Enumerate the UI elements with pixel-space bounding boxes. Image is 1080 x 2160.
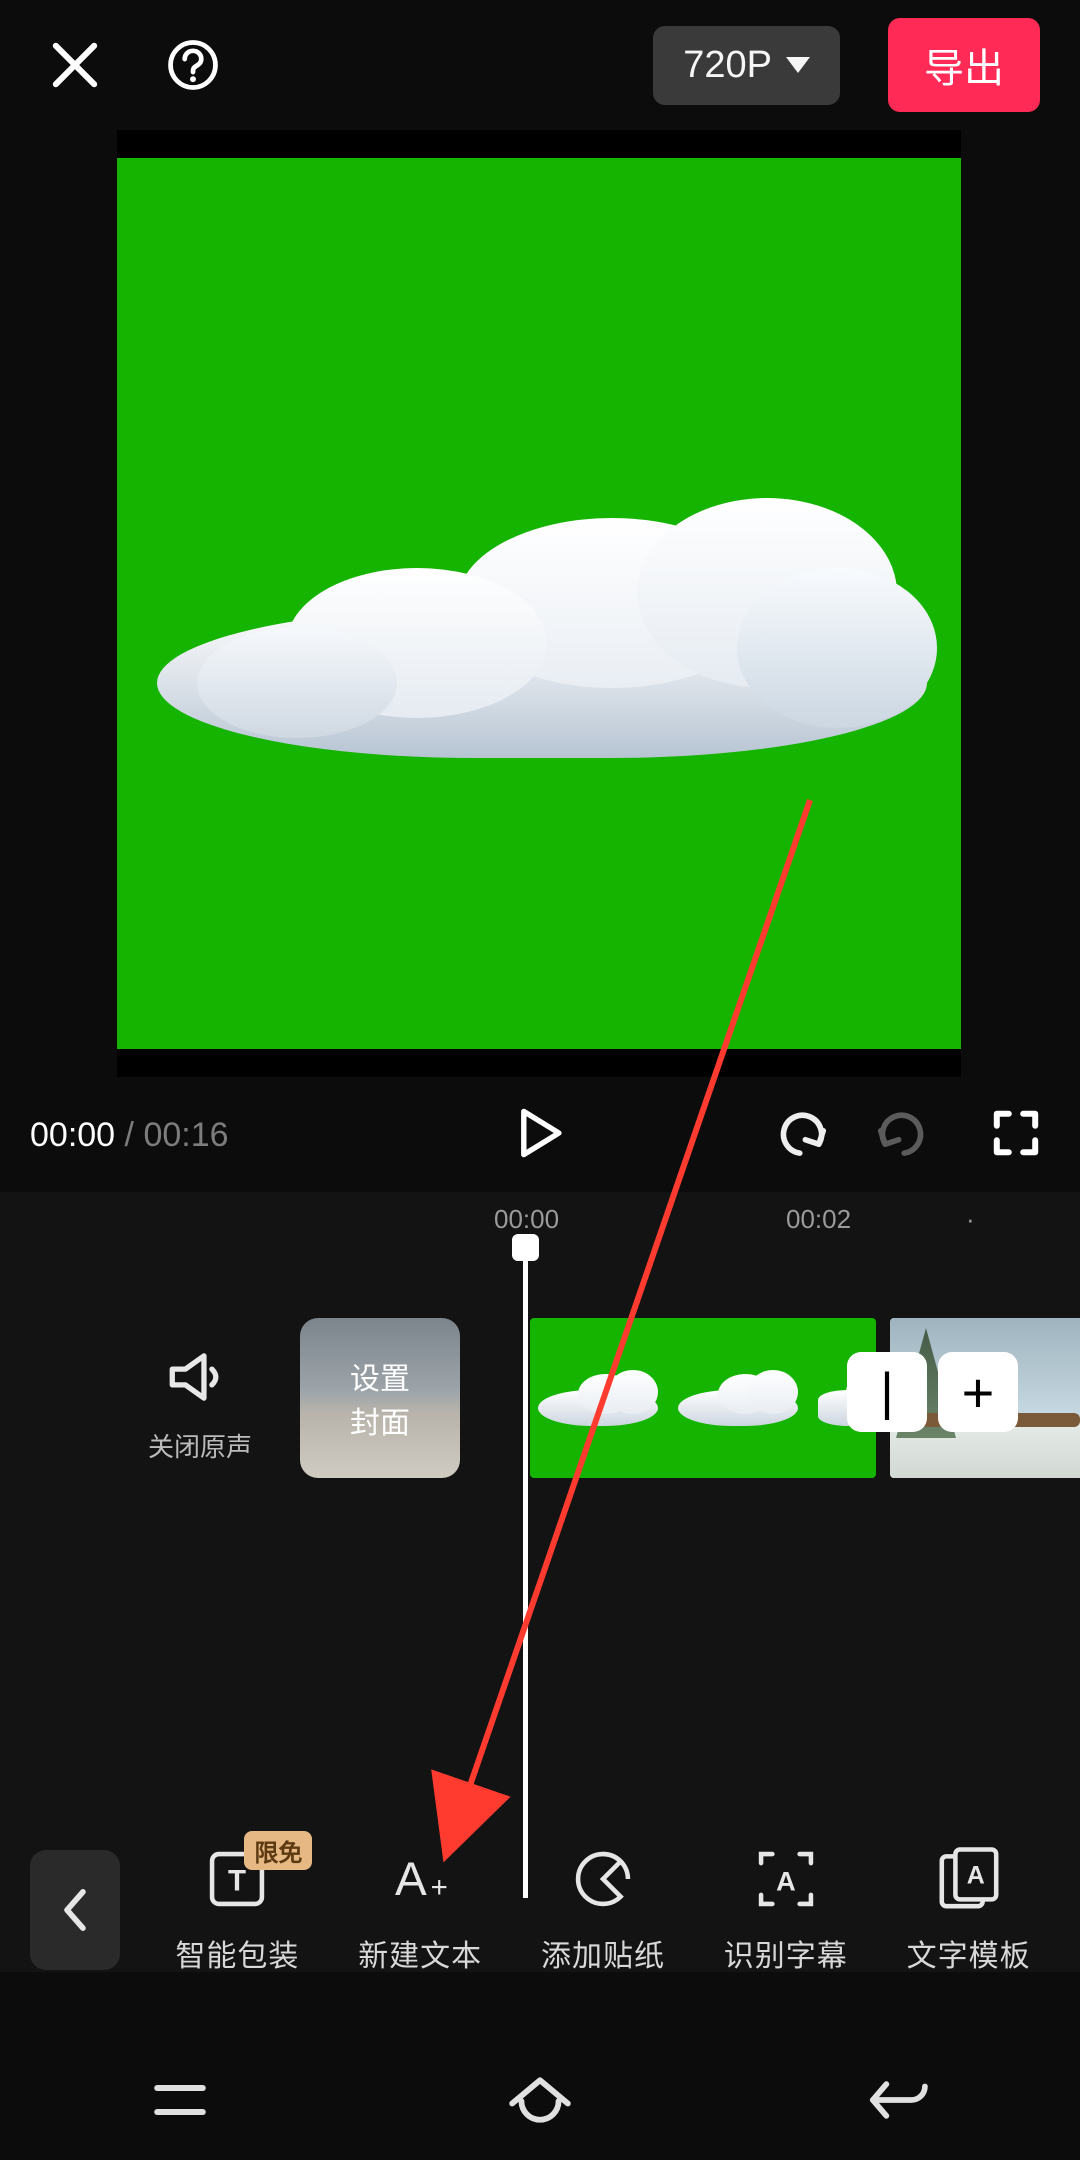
preview-frame (117, 158, 961, 1049)
cover-text-line2: 封面 (350, 1398, 410, 1442)
duration: 00:16 (143, 1116, 228, 1154)
undo-button[interactable] (774, 1110, 830, 1161)
cover-text-line1: 设置 (350, 1354, 410, 1398)
transition-glyph: | (880, 1362, 894, 1422)
sticker-icon (569, 1845, 637, 1913)
top-bar: 720P 导出 (0, 0, 1080, 130)
svg-text:A: A (776, 1865, 796, 1896)
recognize-subtitle-icon: A (752, 1845, 820, 1913)
time-label: 00:00 (494, 1204, 559, 1235)
timeline-clip[interactable] (530, 1318, 876, 1478)
playhead[interactable] (523, 1248, 528, 1898)
tool-label: 智能包装 (175, 1931, 299, 1975)
tool-recognize-subtitles[interactable]: A 识别字幕 (711, 1845, 861, 1975)
nav-recent-button[interactable] (135, 2055, 225, 2145)
transport-bar: 00:00 / 00:16 (0, 1090, 1080, 1180)
tool-label: 新建文本 (358, 1931, 482, 1975)
svg-text:T: T (228, 1864, 246, 1897)
badge-limited-free: 限免 (244, 1831, 312, 1870)
play-button[interactable] (513, 1106, 567, 1165)
mute-audio-button[interactable]: 关闭原声 (135, 1350, 265, 1464)
text-template-icon: A (935, 1845, 1003, 1913)
tool-add-sticker[interactable]: 添加贴纸 (528, 1845, 678, 1975)
tool-label: 文字模板 (907, 1931, 1031, 1975)
timecode: 00:00 / 00:16 (30, 1116, 229, 1155)
time-tick: · (966, 1204, 975, 1235)
svg-text:A: A (966, 1862, 984, 1890)
back-button[interactable] (30, 1850, 120, 1970)
svg-text:A: A (395, 1853, 427, 1906)
close-icon[interactable] (40, 30, 110, 100)
new-text-icon: A+ (386, 1845, 454, 1913)
toolbar: 限免 T 智能包装 A+ 新建文本 添加贴纸 A 识别字幕 A 文字模板 (0, 1810, 1080, 2010)
tool-label: 添加贴纸 (541, 1931, 665, 1975)
tool-new-text[interactable]: A+ 新建文本 (345, 1845, 495, 1975)
export-button[interactable]: 导出 (888, 18, 1040, 112)
set-cover-button[interactable]: 设置 封面 (300, 1318, 460, 1478)
preview-area[interactable] (117, 130, 961, 1077)
tool-smart-package[interactable]: 限免 T 智能包装 (162, 1845, 312, 1975)
resolution-label: 720P (683, 44, 772, 87)
add-clip-button[interactable]: + (938, 1352, 1018, 1432)
system-nav-bar (0, 2040, 1080, 2160)
fullscreen-button[interactable] (992, 1109, 1040, 1162)
mute-label: 关闭原声 (135, 1427, 265, 1464)
add-glyph: + (962, 1360, 995, 1425)
redo-button[interactable] (874, 1110, 930, 1161)
transition-button[interactable]: | (847, 1352, 927, 1432)
time-ruler: 00:00 00:02 · (0, 1204, 1080, 1244)
tool-text-template[interactable]: A 文字模板 (894, 1845, 1044, 1975)
chevron-down-icon (786, 57, 810, 73)
resolution-button[interactable]: 720P (653, 26, 840, 105)
time-label: 00:02 (786, 1204, 851, 1235)
nav-back-button[interactable] (855, 2055, 945, 2145)
svg-text:+: + (431, 1871, 448, 1904)
current-time: 00:00 (30, 1116, 115, 1154)
tool-label: 识别字幕 (724, 1931, 848, 1975)
nav-home-button[interactable] (495, 2055, 585, 2145)
help-icon[interactable] (158, 30, 228, 100)
